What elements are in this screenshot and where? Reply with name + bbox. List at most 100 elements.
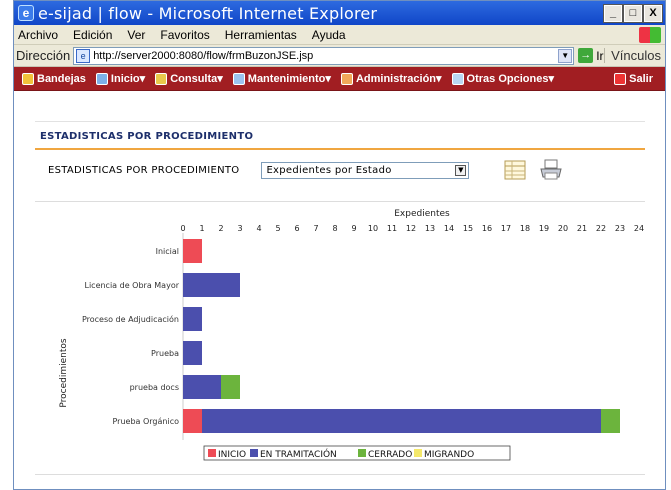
legend-label: MIGRANDO bbox=[424, 450, 474, 460]
chevron-down-icon: ▾ bbox=[436, 73, 442, 85]
nav-consulta[interactable]: Consulta ▾ bbox=[155, 72, 223, 85]
legend-swatch bbox=[414, 449, 422, 457]
nav-otras-opciones[interactable]: Otras Opciones ▾ bbox=[451, 72, 554, 85]
bar-segment bbox=[221, 375, 240, 399]
category-label: Prueba bbox=[151, 349, 179, 358]
x-tick-label: 22 bbox=[596, 224, 606, 233]
menu-ayuda[interactable]: Ayuda bbox=[312, 28, 346, 42]
go-arrow-icon: → bbox=[578, 48, 594, 63]
category-label: Inicial bbox=[156, 247, 179, 256]
nav-administracion[interactable]: Administración ▾ bbox=[340, 72, 442, 85]
statistics-type-select[interactable]: Expedientes por Estado ▼ bbox=[261, 161, 470, 179]
page-content: ESTADISTICAS POR PROCEDIMIENTO ESTADISTI… bbox=[14, 91, 665, 489]
x-tick-label: 2 bbox=[218, 224, 223, 233]
legend-swatch bbox=[250, 449, 258, 457]
bar-segment bbox=[183, 341, 202, 365]
procedures-chart: Expedientes 0 1 2 3 4 5 6 7 8 9 10 11 12 13 14 15 16 17 18… bbox=[59, 209, 644, 461]
x-tick-label: 18 bbox=[520, 224, 530, 233]
chevron-down-icon: ▾ bbox=[325, 73, 331, 85]
x-tick-label: 4 bbox=[256, 224, 261, 233]
x-tick-label: 14 bbox=[444, 224, 454, 233]
menu-ver[interactable]: Ver bbox=[127, 28, 145, 42]
x-tick-label: 21 bbox=[577, 224, 587, 233]
x-axis-label: Expedientes bbox=[394, 209, 450, 219]
x-tick-label: 3 bbox=[237, 224, 242, 233]
x-tick-label: 7 bbox=[313, 224, 318, 233]
menu-bar: Archivo Edición Ver Favoritos Herramient… bbox=[14, 25, 665, 45]
chevron-down-icon[interactable]: ▼ bbox=[558, 48, 573, 63]
nav-bandejas[interactable]: Bandejas bbox=[22, 72, 86, 85]
bar-segment bbox=[183, 307, 202, 331]
x-tick-label: 6 bbox=[294, 224, 299, 233]
bar-segment bbox=[202, 409, 601, 433]
bar-segment bbox=[183, 239, 202, 263]
links-button[interactable]: Vínculos bbox=[604, 48, 665, 63]
legend-label: INICIO bbox=[218, 450, 246, 460]
print-icon[interactable] bbox=[539, 159, 563, 181]
bottom-divider bbox=[35, 474, 645, 475]
x-tick-label: 12 bbox=[406, 224, 416, 233]
category-label: Licencia de Obra Mayor bbox=[84, 281, 179, 290]
bar-segment bbox=[183, 273, 240, 297]
minimize-button[interactable]: _ bbox=[603, 3, 623, 23]
x-tick-label: 20 bbox=[558, 224, 568, 233]
nav-otras-opciones-label: Otras Opciones bbox=[466, 72, 549, 85]
filter-label: ESTADISTICAS POR PROCEDIMIENTO bbox=[48, 164, 240, 176]
maximize-button[interactable]: □ bbox=[623, 3, 643, 23]
close-button[interactable]: X bbox=[643, 3, 663, 23]
page-icon: e bbox=[76, 48, 91, 63]
x-tick-label: 19 bbox=[539, 224, 549, 233]
legend-label: CERRADO bbox=[368, 450, 412, 460]
nav-mantenimiento[interactable]: Mantenimiento ▾ bbox=[232, 72, 331, 85]
menu-archivo[interactable]: Archivo bbox=[18, 28, 58, 42]
nav-bandejas-label: Bandejas bbox=[37, 72, 86, 85]
search-icon bbox=[155, 72, 168, 85]
menu-edicion[interactable]: Edición bbox=[73, 28, 112, 42]
menu-herramientas[interactable]: Herramientas bbox=[225, 28, 297, 42]
home-icon bbox=[95, 72, 108, 85]
chevron-down-icon: ▾ bbox=[548, 73, 554, 85]
nav-administracion-label: Administración bbox=[355, 72, 437, 85]
go-button[interactable]: → Ir bbox=[578, 48, 604, 63]
menu-favoritos[interactable]: Favoritos bbox=[160, 28, 209, 42]
bar-segment bbox=[183, 375, 221, 399]
legend-swatch bbox=[208, 449, 216, 457]
exit-icon bbox=[614, 72, 627, 85]
y-axis-label: Procedimientos bbox=[59, 338, 69, 408]
nav-salir[interactable]: Salir bbox=[614, 72, 653, 85]
chevron-down-icon: ▼ bbox=[455, 164, 467, 176]
legend: INICIO EN TRAMITACIÓN CERRADO MIGRANDO bbox=[203, 445, 511, 461]
browser-window: e e-sijad | flow - Microsoft Internet Ex… bbox=[13, 0, 666, 490]
x-tick-label: 9 bbox=[351, 224, 356, 233]
nav-inicio[interactable]: Inicio ▾ bbox=[95, 72, 145, 85]
x-tick-label: 13 bbox=[425, 224, 435, 233]
x-tick-label: 8 bbox=[332, 224, 337, 233]
address-label: Dirección bbox=[16, 48, 71, 63]
filter-row: ESTADISTICAS POR PROCEDIMIENTO Expedient… bbox=[35, 150, 645, 190]
nav-mantenimiento-label: Mantenimiento bbox=[247, 72, 326, 85]
nav-consulta-label: Consulta bbox=[170, 72, 218, 85]
x-tick-label: 0 bbox=[180, 224, 185, 233]
x-tick-label: 15 bbox=[463, 224, 473, 233]
table-view-icon[interactable] bbox=[503, 159, 527, 181]
tools-icon bbox=[232, 72, 245, 85]
statistics-panel: ESTADISTICAS POR PROCEDIMIENTO ESTADISTI… bbox=[35, 121, 645, 191]
go-label: Ir bbox=[596, 48, 604, 63]
bar-segment bbox=[183, 409, 202, 433]
app-navigation: Bandejas Inicio ▾ Consulta ▾ Mantenimiento… bbox=[14, 67, 665, 91]
select-value: Expedientes por Estado bbox=[266, 164, 392, 176]
category-label: Proceso de Adjudicación bbox=[82, 314, 179, 324]
address-input[interactable]: e http://server2000:8080/flow/frmBuzonJS… bbox=[73, 46, 575, 65]
category-labels: Inicial Licencia de Obra Mayor Proceso de … bbox=[82, 247, 180, 426]
options-icon bbox=[451, 72, 464, 85]
address-bar: Dirección e http://server2000:8080/flow/… bbox=[14, 45, 665, 67]
x-tick-label: 11 bbox=[387, 224, 397, 233]
inbox-icon bbox=[22, 72, 34, 85]
nav-inicio-label: Inicio bbox=[110, 72, 140, 85]
x-tick-label: 23 bbox=[615, 224, 625, 233]
ie-icon: e bbox=[18, 5, 34, 21]
nav-salir-label: Salir bbox=[629, 72, 653, 85]
x-ticks: 0 1 2 3 4 5 6 7 8 9 10 11 12 13 14 15 16 17 18 19 20 21 22 23 24 bbox=[180, 224, 644, 233]
x-tick-label: 5 bbox=[275, 224, 280, 233]
panel-title: ESTADISTICAS POR PROCEDIMIENTO bbox=[35, 122, 645, 150]
